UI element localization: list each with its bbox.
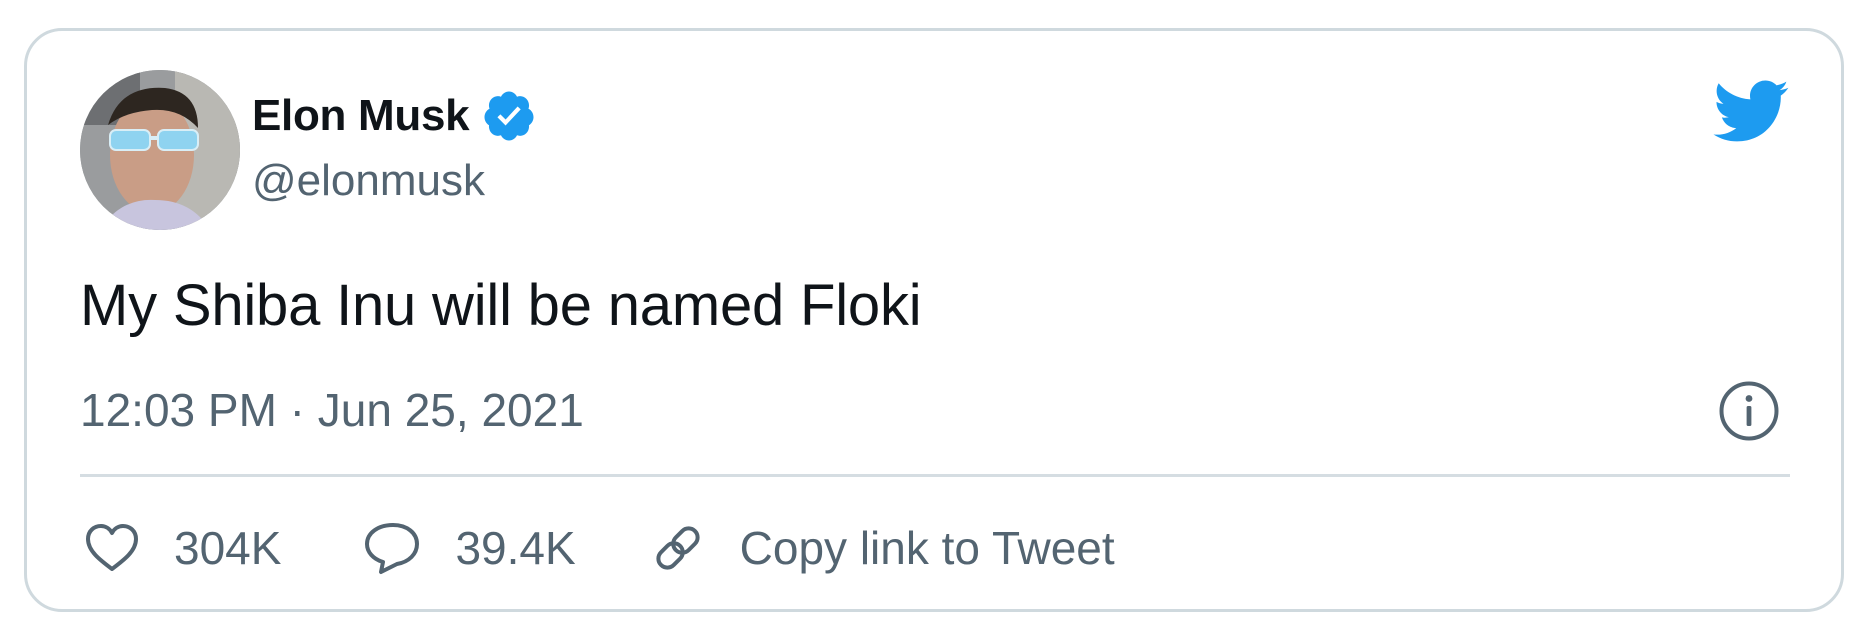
tweet-text: My Shiba Inu will be named Floki bbox=[80, 273, 922, 338]
tweet-timestamp[interactable]: 12:03 PM · Jun 25, 2021 bbox=[80, 383, 584, 437]
action-bar: 304K 39.4K Copy link to Tweet bbox=[84, 516, 1115, 580]
divider bbox=[80, 474, 1790, 477]
reply-button[interactable]: 39.4K bbox=[363, 521, 576, 575]
heart-icon bbox=[86, 524, 138, 571]
speech-bubble-icon bbox=[365, 523, 420, 574]
like-button[interactable]: 304K bbox=[84, 521, 281, 575]
info-icon[interactable] bbox=[1718, 380, 1780, 442]
link-icon bbox=[656, 526, 700, 570]
like-count: 304K bbox=[174, 522, 282, 574]
author-handle[interactable]: @elonmusk bbox=[252, 156, 485, 206]
copy-link-label: Copy link to Tweet bbox=[739, 522, 1115, 574]
avatar[interactable] bbox=[80, 70, 240, 230]
copy-link-button[interactable]: Copy link to Tweet bbox=[650, 520, 1115, 576]
twitter-bird-icon[interactable] bbox=[1710, 78, 1790, 144]
display-name[interactable]: Elon Musk bbox=[252, 91, 470, 141]
reply-count: 39.4K bbox=[455, 522, 576, 574]
verified-badge-icon bbox=[484, 91, 534, 141]
author-row: Elon Musk bbox=[252, 88, 537, 144]
